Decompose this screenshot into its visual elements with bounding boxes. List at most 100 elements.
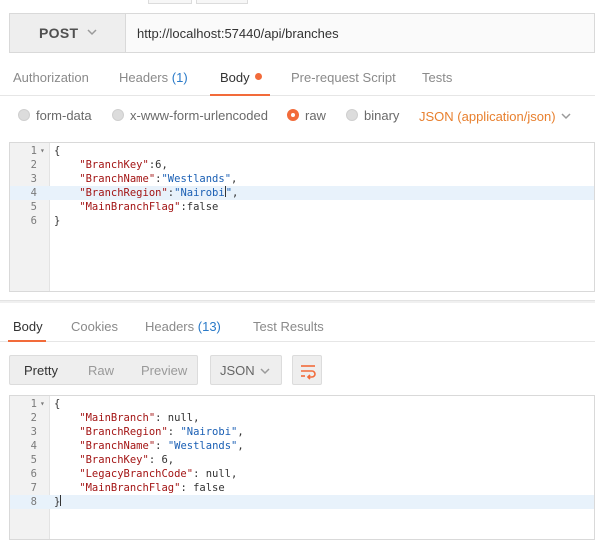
tab-body[interactable]: Body xyxy=(220,70,262,85)
line-number: 4 xyxy=(30,187,37,199)
line-number: 8 xyxy=(30,496,37,508)
code-token: "LegacyBranchCode" xyxy=(54,468,194,480)
code-line[interactable]: 4 "BranchRegion":"Nairobi", xyxy=(10,186,594,200)
tab-label: Cookies xyxy=(71,319,118,334)
code-line[interactable]: 6} xyxy=(10,214,594,228)
radio-circle-icon xyxy=(18,109,30,121)
code-line[interactable]: 4 "BranchName": "Westlands", xyxy=(10,439,594,453)
line-number: 6 xyxy=(30,468,37,480)
line-number: 2 xyxy=(30,412,37,424)
wrap-lines-icon xyxy=(301,365,316,380)
code-token: "Westlands" xyxy=(161,173,232,185)
code-line[interactable]: 7 "MainBranchFlag": false xyxy=(10,481,594,495)
code-text: "BranchName": "Westlands", xyxy=(54,439,244,453)
code-text: "MainBranch": null, xyxy=(54,411,199,425)
radio-circle-icon xyxy=(346,109,358,121)
code-text: } xyxy=(54,214,60,228)
code-text: "BranchRegion": "Nairobi", xyxy=(54,425,244,439)
tab-authorization[interactable]: Authorization xyxy=(13,70,89,85)
response-body-viewer[interactable]: 1 ▾{2 "MainBranch": null, 3 "BranchRegion"… xyxy=(9,395,595,540)
request-tabs: Authorization Headers (1) Body Pre-reque… xyxy=(0,58,595,96)
raw-button[interactable]: Raw xyxy=(88,363,114,378)
code-text: "BranchName":"Westlands", xyxy=(54,172,237,186)
response-format-select[interactable]: JSON xyxy=(210,355,282,385)
tab-response-headers[interactable]: Headers (13) xyxy=(145,319,221,334)
active-tab-indicator xyxy=(8,340,46,342)
chevron-down-icon xyxy=(260,368,270,375)
radio-label: binary xyxy=(364,108,400,123)
code-token: "MainBranch" xyxy=(54,412,156,424)
top-window-strip xyxy=(0,0,595,6)
code-token: "BranchRegion" xyxy=(54,426,168,438)
code-token: , xyxy=(237,440,244,452)
line-number: 1 xyxy=(30,145,37,157)
code-line[interactable]: 2 "MainBranch": null, xyxy=(10,411,594,425)
method-label: POST xyxy=(39,25,79,41)
url-input[interactable]: http://localhost:57440/api/branches xyxy=(137,26,339,41)
line-number: 3 xyxy=(30,426,37,438)
line-number: 4 xyxy=(30,440,37,452)
line-number: 6 xyxy=(30,215,37,227)
content-type-select[interactable]: JSON (application/json) xyxy=(419,109,571,124)
tab-cookies[interactable]: Cookies xyxy=(71,319,118,334)
radio-circle-icon xyxy=(112,109,124,121)
text-cursor xyxy=(60,495,62,506)
tab-label: Headers xyxy=(119,70,169,85)
radio-selected-icon xyxy=(287,109,299,121)
code-token: : xyxy=(155,440,168,452)
code-text: "MainBranchFlag": false xyxy=(54,481,224,495)
code-line[interactable]: 1 ▾ { xyxy=(10,397,594,411)
tab-tests[interactable]: Tests xyxy=(422,70,452,85)
tab-headers[interactable]: Headers (1) xyxy=(119,70,188,85)
code-token: "BranchKey" xyxy=(54,454,149,466)
tab-response-body[interactable]: Body xyxy=(13,319,43,334)
request-body-editor[interactable]: 1 ▾ {2 "BranchKey":6, 3 "BranchName":"Westl… xyxy=(9,142,595,292)
code-line[interactable]: 5 "BranchKey": 6, xyxy=(10,453,594,467)
code-token: : xyxy=(167,426,181,438)
code-line[interactable]: 6 "LegacyBranchCode": null, xyxy=(10,467,594,481)
code-token: :false xyxy=(180,201,219,213)
tab-label: Tests xyxy=(422,70,453,85)
code-line[interactable]: 1 ▾ { xyxy=(10,144,594,158)
code-line[interactable]: 8} xyxy=(10,495,594,509)
pane-divider[interactable] xyxy=(0,300,595,303)
code-token: "MainBranchFlag" xyxy=(54,201,181,213)
code-text: "MainBranchFlag":false xyxy=(54,200,218,214)
code-token: "BranchRegion" xyxy=(54,187,168,199)
code-line[interactable]: 2 "BranchKey":6, xyxy=(10,158,594,172)
tab-label: Headers xyxy=(145,319,195,334)
code-token: : null, xyxy=(193,468,238,480)
code-text: "BranchKey": 6, xyxy=(54,453,174,467)
code-token: "BranchName" xyxy=(54,173,156,185)
preview-button[interactable]: Preview xyxy=(141,363,187,378)
line-number: 5 xyxy=(30,201,37,213)
wrap-lines-button[interactable] xyxy=(292,355,322,385)
line-number: 1 xyxy=(30,398,37,410)
line-number: 3 xyxy=(30,173,37,185)
code-token: : null, xyxy=(155,412,200,424)
radio-label: form-data xyxy=(36,108,92,123)
pretty-button[interactable]: Pretty xyxy=(24,363,58,378)
active-tab-indicator xyxy=(210,94,270,96)
code-line[interactable]: 5 "MainBranchFlag":false xyxy=(10,200,594,214)
fold-arrow-icon[interactable]: ▾ xyxy=(40,144,45,158)
code-line[interactable]: 3 "BranchRegion": "Nairobi", xyxy=(10,425,594,439)
headers-count: (13) xyxy=(197,319,221,334)
tab-test-results[interactable]: Test Results xyxy=(253,319,324,334)
tab-label: Test Results xyxy=(253,319,324,334)
fold-arrow-icon[interactable]: ▾ xyxy=(40,397,45,411)
code-token: : 6, xyxy=(148,454,175,466)
code-token: , xyxy=(237,426,244,438)
code-token: "Westlands" xyxy=(167,440,238,452)
method-select[interactable]: POST xyxy=(10,14,126,52)
code-token: } xyxy=(54,215,61,227)
code-line[interactable]: 3 "BranchName":"Westlands", xyxy=(10,172,594,186)
request-tab-stub[interactable] xyxy=(196,0,248,4)
headers-count: (1) xyxy=(171,70,188,85)
tab-label: Pre-request Script xyxy=(291,70,396,85)
response-tabs: Body Cookies Headers (13) Test Results xyxy=(0,306,595,342)
tab-pre-request-script[interactable]: Pre-request Script xyxy=(291,70,396,85)
request-tab-stub[interactable] xyxy=(148,0,192,4)
code-text: "LegacyBranchCode": null, xyxy=(54,467,237,481)
code-text: { xyxy=(54,144,60,158)
